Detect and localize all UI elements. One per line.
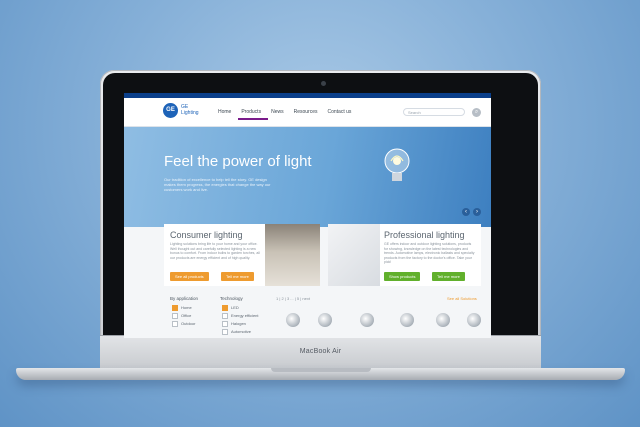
active-nav-underline xyxy=(238,118,268,120)
product-lamp-2[interactable] xyxy=(318,313,332,327)
consumer-title: Consumer lighting xyxy=(170,230,243,240)
filter-option-home[interactable]: Home xyxy=(172,305,192,311)
filter-option-office[interactable]: Office xyxy=(172,313,191,319)
filter-option-halogen[interactable]: Halogen xyxy=(222,321,246,327)
laptop-base xyxy=(16,368,625,380)
nav-home[interactable]: Home xyxy=(218,109,231,115)
hero-text: Our tradition of excellence to help tell… xyxy=(164,177,271,192)
light-bulb-icon xyxy=(384,148,410,181)
search-icon[interactable]: ⌕ xyxy=(472,108,481,117)
laptop-chin: MacBook Air xyxy=(100,335,541,370)
lid-notch xyxy=(271,368,371,372)
nav-resources[interactable]: Resources xyxy=(294,109,318,115)
main-nav: Home Products News Resources Contact us xyxy=(218,109,361,115)
hero-prev-button[interactable]: ‹ xyxy=(462,208,470,216)
consumer-text: Lighting solutions bring life to your ho… xyxy=(170,242,260,260)
nav-products[interactable]: Products xyxy=(241,109,261,115)
logo-text[interactable]: GE Lighting xyxy=(181,104,201,116)
hero-next-button[interactable]: › xyxy=(473,208,481,216)
professional-title: Professional lighting xyxy=(384,230,465,240)
hero-banner: Feel the power of light Our tradition of… xyxy=(124,127,491,227)
filter-technology-label: Technology xyxy=(220,296,243,301)
filter-option-led[interactable]: LED xyxy=(222,305,239,311)
see-all-link[interactable]: See all Solutions xyxy=(447,296,477,301)
consumer-learn-button[interactable]: Tell me more xyxy=(221,272,254,281)
product-pager[interactable]: 1 | 2 | 3 ... | 5 | next xyxy=(276,296,310,301)
product-lamp-1[interactable] xyxy=(286,313,300,327)
product-lamp-4[interactable] xyxy=(400,313,414,327)
filter-application-label: By application xyxy=(170,296,199,301)
ge-logo-icon[interactable]: GE xyxy=(163,103,178,118)
consumer-lighting-panel: Consumer lighting Lighting solutions bri… xyxy=(164,224,265,286)
browser-screen: GE GE Lighting Home Products News Resour… xyxy=(124,93,491,338)
camera-icon xyxy=(321,81,326,86)
consumer-products-button[interactable]: See all products xyxy=(170,272,209,281)
professional-lighting-panel: Professional lighting GE offers indoor a… xyxy=(380,224,481,286)
product-lamp-5[interactable] xyxy=(436,313,450,327)
filter-option-outdoor[interactable]: Outdoor xyxy=(172,321,195,327)
search-input[interactable]: Search xyxy=(403,108,465,116)
professional-products-button[interactable]: Show products xyxy=(384,272,421,281)
filter-option-energy[interactable]: Energy efficient xyxy=(222,313,259,319)
professional-text: GE offers indoor and outdoor lighting so… xyxy=(384,242,475,264)
hero-title: Feel the power of light xyxy=(164,153,312,170)
bulb-product-image xyxy=(328,224,380,286)
device-brand-label: MacBook Air xyxy=(299,348,342,355)
nav-contact[interactable]: Contact us xyxy=(328,109,352,115)
product-lamp-3[interactable] xyxy=(360,313,374,327)
professional-learn-button[interactable]: Tell me more xyxy=(432,272,465,281)
interior-room-image xyxy=(265,224,320,286)
product-lamp-6[interactable] xyxy=(467,313,481,327)
nav-news[interactable]: News xyxy=(271,109,284,115)
filter-option-automotive[interactable]: Automotive xyxy=(222,329,251,335)
